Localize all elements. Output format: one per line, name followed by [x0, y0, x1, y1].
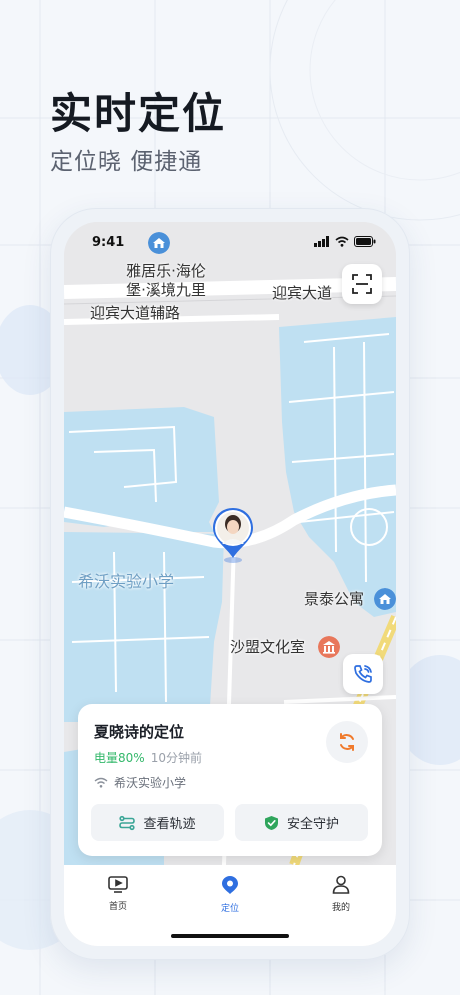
road-label-yingbin: 迎宾大道 — [272, 284, 333, 302]
refresh-icon — [340, 733, 354, 751]
wifi-icon — [94, 777, 108, 788]
tab-location-label: 定位 — [220, 904, 239, 914]
road-label-yingbin-aux: 迎宾大道辅路 — [90, 304, 181, 322]
location-card: 夏晓诗的定位 电量80% 10分钟前 希沃实验小学 查看轨迹 安全守护 — [78, 704, 382, 856]
culture-room-label: 沙盟文化室 — [230, 638, 306, 656]
cellular-signal-icon — [314, 236, 329, 247]
status-bar: 9:41 — [64, 222, 396, 262]
status-time: 9:41 — [92, 235, 125, 250]
tab-location[interactable]: 定位 — [200, 875, 260, 914]
bottom-tab-bar: 首页 定位 我的 — [64, 865, 396, 946]
tv-play-icon — [108, 876, 128, 893]
phone-screen: 9:41 雅居乐·海伦 堡·溪境九里 迎宾大道 迎宾大道辅路 希沃实验小学 景泰… — [64, 222, 396, 946]
view-track-button[interactable]: 查看轨迹 — [91, 804, 224, 841]
location-place: 希沃实验小学 — [114, 776, 187, 790]
scan-button[interactable] — [342, 264, 382, 304]
safety-guard-button[interactable]: 安全守护 — [235, 804, 368, 841]
culture-poi-icon — [318, 636, 340, 658]
shield-icon — [264, 815, 278, 830]
school-label: 希沃实验小学 — [78, 572, 175, 591]
battery-level: 电量80% — [94, 751, 145, 765]
poi-label-yajule: 雅居乐·海伦 堡·溪境九里 — [126, 262, 206, 299]
residence-poi-icon — [148, 232, 170, 254]
promo-subline: 定位晓 便捷通 — [50, 149, 203, 175]
refresh-button[interactable] — [326, 721, 368, 763]
apartment-label: 景泰公寓 — [304, 590, 365, 608]
card-title: 夏晓诗的定位 — [94, 723, 185, 741]
phone-call-icon — [354, 665, 372, 683]
view-track-label: 查看轨迹 — [143, 817, 196, 832]
track-route-icon — [119, 815, 136, 830]
apartment-poi-icon — [374, 588, 396, 610]
tab-home[interactable]: 首页 — [88, 875, 148, 912]
battery-icon — [354, 236, 376, 247]
promo-headline: 实时定位 — [50, 89, 227, 138]
card-location: 希沃实验小学 — [94, 774, 186, 791]
home-indicator[interactable] — [171, 934, 289, 938]
scan-icon — [352, 274, 372, 294]
tab-mine-label: 我的 — [331, 903, 350, 913]
child-location-pin-icon[interactable] — [209, 506, 257, 564]
wifi-icon — [335, 236, 349, 247]
tab-home-label: 首页 — [108, 902, 127, 912]
person-icon — [332, 875, 350, 894]
call-button[interactable] — [343, 654, 383, 694]
tab-mine[interactable]: 我的 — [311, 875, 371, 913]
update-time: 10分钟前 — [150, 751, 202, 765]
safety-guard-label: 安全守护 — [286, 817, 339, 832]
system-icons — [314, 236, 376, 247]
card-meta: 电量80% 10分钟前 — [94, 749, 202, 766]
location-pin-icon — [222, 876, 238, 894]
